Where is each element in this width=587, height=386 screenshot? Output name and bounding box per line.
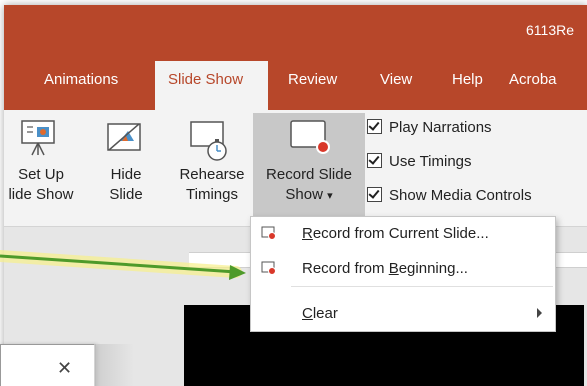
hide-slide-label[interactable]: Hide Slide [99,165,153,205]
rehearse-timings-label[interactable]: Rehearse Timings [176,165,248,205]
record-slide-show-icon[interactable] [288,117,334,159]
record-slide-show-label[interactable]: Record Slide Show ▾ [256,165,362,206]
submenu-arrow-icon [537,308,542,318]
screenshot-frame: 6113Re Animations Slide Show Review View… [0,0,587,386]
hide-slide-icon[interactable] [104,119,146,159]
menu-item-clear[interactable]: Clear [251,299,555,329]
tab-review[interactable]: Review [288,71,337,88]
setup-slide-show-label[interactable]: Set Up lide Show [8,165,74,205]
tab-slide-show[interactable]: Slide Show [168,71,243,88]
title-bar: 6113Re [4,5,587,60]
dialog-fragment: ✕ [0,344,96,386]
menu-item-record-from-beginning[interactable]: Record from Beginning... [251,254,555,284]
checkbox-checked-icon[interactable] [367,119,382,134]
window-title: 6113Re [526,22,575,38]
checkbox-checked-icon[interactable] [367,153,382,168]
record-from-beginning-icon [261,261,276,275]
menu-separator [291,286,553,287]
dialog-shadow [94,344,134,386]
menu-item-record-from-current-slide[interactable]: Record from Current Slide... [251,219,555,249]
tab-view[interactable]: View [380,71,412,88]
rehearse-timings-icon[interactable] [187,117,231,165]
close-icon[interactable]: ✕ [57,359,72,377]
dropdown-caret-icon: ▾ [327,190,333,202]
use-timings-checkbox[interactable]: Use Timings [367,153,472,170]
tab-acrobat[interactable]: Acroba [509,71,557,88]
show-media-controls-checkbox[interactable]: Show Media Controls [367,187,532,204]
play-narrations-checkbox[interactable]: Play Narrations [367,119,492,136]
tab-animations[interactable]: Animations [44,71,118,88]
setup-slide-show-icon[interactable] [18,117,60,159]
checkbox-checked-icon[interactable] [367,187,382,202]
record-from-current-icon [261,226,276,240]
record-dropdown-menu: Record from Current Slide... Record from… [250,216,556,332]
tab-help[interactable]: Help [452,71,483,88]
